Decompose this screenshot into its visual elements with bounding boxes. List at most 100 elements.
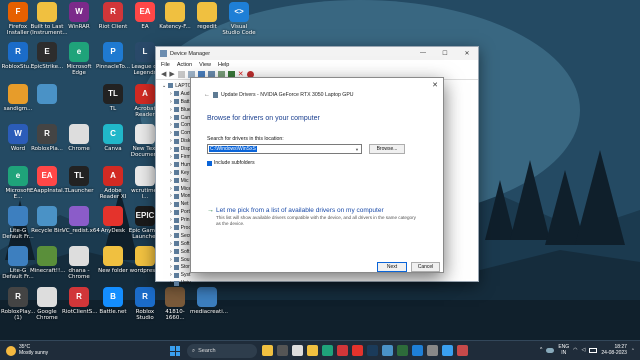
chevron-right-icon[interactable]: › — [170, 264, 172, 270]
chevron-right-icon[interactable]: › — [170, 249, 172, 255]
desktop-icon-minecraft[interactable]: Minecraft!!... — [30, 246, 65, 274]
chevron-right-icon[interactable]: › — [170, 91, 172, 97]
close-window-button[interactable]: ✕ — [456, 50, 478, 57]
desktop-icon-eappinstall[interactable]: EA EAappInstal... — [30, 166, 68, 194]
desktop-icon-microsoft-edge[interactable]: e Microsoft Edge — [62, 42, 96, 76]
notification-icon[interactable]: ◔ — [631, 347, 634, 353]
desktop-icon-built-to-last[interactable]: Built to Last (Instrument... — [30, 2, 68, 36]
vscode-task-icon[interactable] — [412, 345, 423, 356]
chevron-right-icon[interactable]: › — [170, 217, 172, 223]
chevron-right-icon[interactable]: › — [170, 272, 172, 278]
desktop-icon-new-folder[interactable]: New folder — [96, 246, 130, 274]
chevron-right-icon[interactable]: › — [170, 241, 172, 247]
settings-task-icon[interactable] — [427, 345, 438, 356]
desktop-icon-pinnacle-tools[interactable]: P PinnacleTo... — [96, 42, 130, 70]
forward-icon[interactable]: ▶ — [169, 71, 174, 78]
cloud-icon[interactable] — [546, 347, 555, 353]
notepad-task-icon[interactable] — [457, 345, 468, 356]
desktop-icon-riot-client[interactable]: R Riot Client — [96, 2, 130, 30]
dialog-close-button[interactable]: ✕ — [432, 81, 438, 89]
desktop-icon-recycle-bin[interactable]: Recycle Bin — [30, 206, 64, 234]
next-button[interactable]: Next — [377, 262, 407, 272]
chrome-task-icon[interactable] — [292, 345, 303, 356]
valorant-task-icon[interactable] — [337, 345, 348, 356]
weather-widget[interactable]: 35°C Mostly sunny — [6, 344, 48, 356]
properties-icon[interactable] — [177, 71, 185, 78]
pick-driver-link[interactable]: Let me pick from a list of available dri… — [216, 207, 384, 214]
minimize-button[interactable]: — — [412, 50, 434, 57]
desktop-icon-battle-net[interactable]: B Battle.net — [96, 287, 130, 315]
chevron-right-icon[interactable]: › — [170, 201, 172, 207]
desktop-icon-robloxplayer[interactable]: R RobloxPla... — [30, 124, 64, 152]
camera-app-icon[interactable] — [277, 345, 288, 356]
chevron-right-icon[interactable]: › — [170, 193, 172, 199]
steam-task-icon[interactable] — [367, 345, 378, 356]
chevron-right-icon[interactable]: › — [170, 146, 172, 152]
desktop-icon-riotclients[interactable]: R RiotClientS... — [62, 287, 98, 315]
chevron-right-icon[interactable]: › — [170, 122, 172, 128]
driver-path-combobox[interactable]: C:\Windows\WinSxS ▼ — [207, 144, 362, 154]
taskbar-search[interactable]: ⌕ Search — [187, 344, 257, 358]
menu-file[interactable]: File — [161, 62, 170, 68]
desktop-icon-adobe-reader-xi[interactable]: A Adobe Reader XI — [96, 166, 130, 200]
cancel-button[interactable]: Cancel — [411, 262, 440, 272]
maximize-button[interactable]: ☐ — [434, 50, 456, 57]
desktop-icon-canva[interactable]: C Canva — [96, 124, 130, 152]
chevron-right-icon[interactable]: › — [170, 162, 172, 168]
riot-task-icon[interactable] — [352, 345, 363, 356]
chevron-right-icon[interactable]: › — [170, 257, 172, 263]
explorer-task-icon[interactable] — [307, 345, 318, 356]
app-task-icon[interactable] — [442, 345, 453, 356]
chevron-right-icon[interactable]: › — [170, 130, 172, 136]
update-drivers-dialog[interactable]: ✕ ← Update Drivers - NVIDIA GeForce RTX … — [190, 77, 444, 273]
clock[interactable]: 18:27 24-08-2023 — [601, 344, 627, 356]
chevron-right-icon[interactable]: › — [170, 99, 172, 105]
chevron-right-icon[interactable]: › — [170, 170, 172, 176]
wifi-icon[interactable]: ◠ — [573, 347, 577, 353]
driver-path-input[interactable]: C:\Windows\WinSxS — [209, 146, 257, 152]
chevron-right-icon[interactable]: › — [170, 186, 172, 192]
desktop-icon-anydesk[interactable]: AnyDesk — [96, 206, 130, 234]
menu-action[interactable]: Action — [177, 62, 192, 68]
checkbox-checked-icon[interactable] — [207, 160, 212, 166]
volume-icon[interactable]: ◁ — [582, 347, 586, 353]
desktop-icon-chrome-app[interactable]: Chrome — [62, 124, 96, 152]
desktop-icon-dhana-chrome[interactable]: dhana - Chrome — [62, 246, 96, 280]
chevron-right-icon[interactable]: › — [170, 107, 172, 113]
desktop-icon-winrar[interactable]: W WinRAR — [62, 2, 96, 30]
browser-task-icon[interactable] — [382, 345, 393, 356]
chevron-right-icon[interactable]: › — [170, 233, 172, 239]
desktop-icon-file-41810[interactable]: 41810-1660... — [158, 287, 192, 321]
tree-item[interactable]: › Univ — [162, 279, 478, 287]
desktop-icon-recycle-icon[interactable] — [30, 84, 64, 106]
desktop-icon-regedit[interactable]: regedit — [190, 2, 224, 30]
desktop-icon-ea[interactable]: EA EA — [128, 2, 162, 30]
start-button[interactable] — [170, 346, 180, 356]
chevron-up-icon[interactable]: ^ — [540, 347, 542, 353]
chevron-right-icon[interactable]: › — [170, 115, 172, 121]
menu-view[interactable]: View — [199, 62, 211, 68]
desktop-icon-tlauncher[interactable]: TL TLauncher — [62, 166, 96, 194]
browse-button[interactable]: Browse... — [369, 144, 405, 154]
desktop-icon-katency[interactable]: Katency-F... — [158, 2, 192, 30]
chevron-right-icon[interactable]: › — [170, 280, 172, 286]
desktop-icon-epicstrike[interactable]: E EpicStrike... — [30, 42, 64, 70]
chevron-right-icon[interactable]: › — [170, 154, 172, 160]
chevron-right-icon[interactable]: › — [170, 138, 172, 144]
game-task-icon[interactable] — [397, 345, 408, 356]
back-icon[interactable]: ◀ — [161, 71, 166, 78]
desktop-icon-roblox-studio[interactable]: R Roblox Studio — [128, 287, 162, 321]
device-manager-titlebar[interactable]: Device Manager — ☐ ✕ — [156, 47, 478, 60]
desktop-icon-tlauncher-desk[interactable]: TL TL — [96, 84, 130, 112]
desktop-icon-mediacreation[interactable]: mediacreati... — [190, 287, 228, 315]
back-arrow-icon[interactable]: ← — [204, 92, 210, 98]
chevron-right-icon[interactable]: › — [170, 225, 172, 231]
chevron-right-icon[interactable]: › — [170, 178, 172, 184]
desktop-icon-visual-studio-code[interactable]: <> Visual Studio Code — [222, 2, 256, 36]
files-app-icon[interactable] — [262, 345, 273, 356]
desktop-icon-vc-redist[interactable]: VC_redist.x64 — [62, 206, 100, 234]
edge-task-icon[interactable] — [322, 345, 333, 356]
region-label[interactable]: IN — [558, 350, 569, 356]
desktop-icon-google-chrome[interactable]: Google Chrome — [30, 287, 64, 321]
battery-icon[interactable] — [589, 347, 598, 353]
